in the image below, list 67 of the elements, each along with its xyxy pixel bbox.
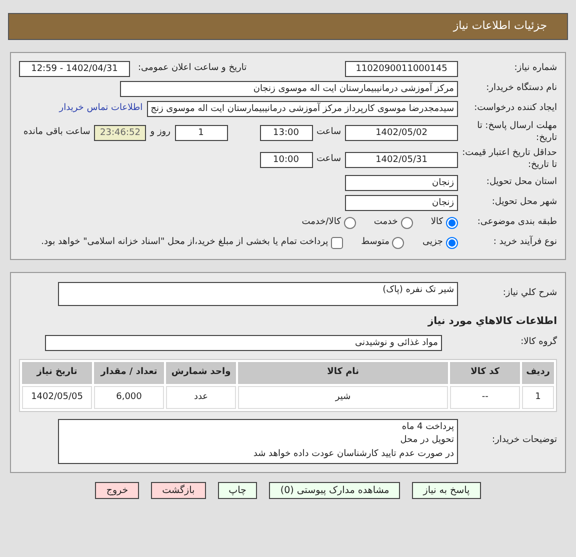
header-title: جزئیات اطلاعات نیاز (453, 18, 547, 34)
note-line: در صورت عدم تایید کارشناسان عودت داده خواهد شد (252, 448, 454, 460)
action-button[interactable]: چاپ (218, 482, 258, 499)
field-label: شرح کلي نیاز: (502, 288, 557, 300)
radio-button[interactable] (446, 217, 458, 229)
notes-field[interactable]: پرداخت 4 ماه تحویل در محل در صورت عدم تایید کارشناسان عودت داده خواهد شد (58, 418, 458, 464)
action-button[interactable]: پاسخ به نیاز (412, 482, 481, 499)
text-field[interactable]: 1102090011000145 (345, 61, 458, 77)
note-line: پرداخت 4 ماه (400, 420, 454, 434)
field-label: توضیحات خریدار: (490, 435, 557, 447)
checkbox-label: پرداخت تمام یا بخشی از مبلغ خرید،از محل "اسناد خزانه اسلامی" خواهد بود. (41, 236, 328, 250)
text-field[interactable]: سیدمجدرضا موسوی کارپرداز مرکز آموزشی درمانیبیمارستان ایت اله موسوی زنج (146, 101, 458, 117)
field-label: استان محل تحویل: (485, 177, 557, 189)
column-header: واحد شمارش (166, 362, 236, 384)
column-header: تعداد / مقدار (94, 362, 164, 384)
text-field[interactable]: 1 (174, 124, 228, 140)
action-button[interactable]: بازگشت (151, 482, 206, 499)
field-label: روز و (150, 126, 170, 139)
text-field[interactable]: زنجان (345, 175, 458, 191)
field-label: مهلت ارسال پاسخ: تا تاریخ: (476, 121, 557, 144)
table-cell: 6,000 (94, 386, 164, 409)
radio-button[interactable] (400, 217, 413, 229)
note-line: تحویل در محل (399, 434, 454, 447)
text-field[interactable]: 23:46:52 (94, 124, 146, 140)
text-field[interactable]: 1402/05/31 (345, 152, 458, 168)
table-cell: 1 (522, 386, 554, 409)
action-button[interactable]: خروج (95, 482, 140, 499)
field-label: تاریخ و ساعت اعلان عمومی: (138, 62, 247, 76)
text-field[interactable]: زنجان (345, 195, 458, 211)
text-field[interactable]: 10:00 (260, 152, 312, 168)
field-label: حداقل تاریخ اعتبار قیمت: تا تاریخ: (462, 148, 557, 171)
column-header: ردیف (522, 362, 554, 384)
action-button[interactable]: مشاهده مدارک پیوستی (0) (269, 482, 400, 499)
field-label: نام دستگاه خریدار: (485, 83, 557, 95)
table-cell: شیر (238, 386, 448, 409)
text-field[interactable]: مرکز آموزشی درمانیبیمارستان ایت اله موسوی زنجان (120, 81, 458, 97)
table-cell: -- (450, 386, 520, 409)
table-cell: 1402/05/05 (22, 386, 92, 409)
table-cell: عدد (166, 386, 236, 409)
radio-button[interactable] (392, 237, 404, 249)
field-label: نوع فرآیند خرید : (492, 237, 557, 249)
radio-label: کالا (430, 216, 443, 230)
field-label: گروه کالا: (520, 337, 557, 349)
field-label: ایجاد کننده درخواست: (473, 103, 557, 115)
radio-label: خدمت (374, 216, 398, 230)
field-label: طبقه بندی موضوعی: (476, 217, 557, 229)
text-field[interactable]: 1402/05/02 (345, 124, 458, 140)
radio-label: جزیی (422, 236, 443, 250)
column-header: کد کالا (450, 362, 520, 384)
summary-field[interactable]: شیر تک نفره (پاک) (58, 282, 458, 306)
field-label: ساعت (316, 152, 341, 166)
field-label: ساعت باقی مانده (23, 126, 90, 139)
radio-button[interactable] (344, 217, 356, 229)
section-heading: اطلاعات کالاهاي مورد نیاز (428, 314, 557, 328)
checkbox[interactable] (331, 237, 344, 249)
field-label: ساعت (316, 126, 341, 139)
text-field[interactable]: مواد غذائی و نوشیدنی (45, 335, 442, 351)
field-label: شهر محل تحویل: (490, 197, 557, 209)
text-field[interactable]: 13:00 (260, 124, 312, 140)
radio-label: کالا/خدمت (302, 216, 341, 230)
contact-link[interactable]: اطلاعات تماس خریدار (59, 102, 143, 116)
radio-label: متوسط (361, 236, 390, 250)
column-header: تاریخ نیاز (22, 362, 92, 384)
radio-button[interactable] (446, 237, 458, 249)
field-label: شماره نیاز: (513, 63, 557, 75)
column-header: نام کالا (238, 362, 448, 384)
text-field[interactable]: 1402/04/31 - 12:59 (19, 61, 130, 77)
